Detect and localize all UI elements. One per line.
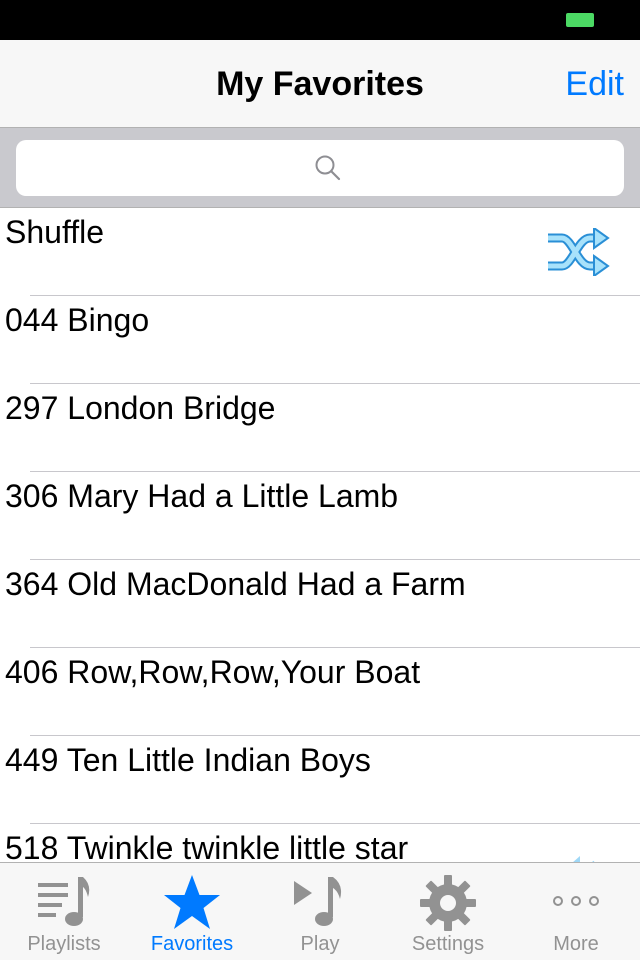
list-item-label: 364 Old MacDonald Had a Farm bbox=[5, 566, 466, 602]
list-item-song[interactable]: 449 Ten Little Indian Boys bbox=[0, 736, 640, 824]
edit-button[interactable]: Edit bbox=[565, 40, 624, 128]
search-bar bbox=[0, 128, 640, 208]
page-title: My Favorites bbox=[216, 65, 424, 103]
search-input[interactable] bbox=[16, 140, 624, 196]
tab-label: Playlists bbox=[27, 933, 101, 955]
list-item-shuffle[interactable]: Shuffle bbox=[0, 208, 640, 296]
list-item-song[interactable]: 406 Row,Row,Row,Your Boat bbox=[0, 648, 640, 736]
tab-label: Favorites bbox=[150, 933, 234, 955]
navigation-bar: My Favorites Edit bbox=[0, 40, 640, 128]
favorites-list: Shuffle 044 Bingo 297 London Bridge 306 … bbox=[0, 208, 640, 912]
list-item-label: 406 Row,Row,Row,Your Boat bbox=[5, 654, 421, 690]
tab-label: Play bbox=[300, 933, 340, 955]
screen: My Favorites Edit Shuffle 044 Bingo 297 … bbox=[0, 0, 640, 960]
battery-icon bbox=[566, 13, 594, 27]
search-icon bbox=[315, 155, 341, 181]
list-item-label: 297 London Bridge bbox=[5, 390, 276, 426]
tab-settings[interactable]: Settings bbox=[384, 863, 512, 960]
more-dots-icon bbox=[553, 896, 599, 906]
list-item-song[interactable]: 306 Mary Had a Little Lamb bbox=[0, 472, 640, 560]
list-item-label: 306 Mary Had a Little Lamb bbox=[5, 478, 399, 514]
list-item-label: 449 Ten Little Indian Boys bbox=[5, 742, 371, 778]
play-music-icon bbox=[294, 877, 342, 926]
playlist-icon bbox=[38, 877, 90, 926]
tab-play[interactable]: Play bbox=[256, 863, 384, 960]
tab-more[interactable]: More bbox=[512, 863, 640, 960]
list-item-song[interactable]: 297 London Bridge bbox=[0, 384, 640, 472]
list-item-song[interactable]: 364 Old MacDonald Had a Farm bbox=[0, 560, 640, 648]
tab-playlists[interactable]: Playlists bbox=[0, 863, 128, 960]
star-icon bbox=[164, 875, 220, 929]
tab-label: More bbox=[553, 933, 599, 955]
list-item-label: 044 Bingo bbox=[5, 302, 150, 338]
status-bar bbox=[0, 0, 640, 40]
list-item-song[interactable]: 044 Bingo bbox=[0, 296, 640, 384]
tab-bar: Playlists Favorites Play Settings More bbox=[0, 862, 640, 960]
tab-favorites[interactable]: Favorites bbox=[128, 863, 256, 960]
tab-label: Settings bbox=[411, 933, 485, 955]
gear-icon bbox=[420, 875, 476, 931]
shuffle-icon[interactable] bbox=[546, 228, 610, 276]
list-item-label: Shuffle bbox=[5, 214, 105, 250]
